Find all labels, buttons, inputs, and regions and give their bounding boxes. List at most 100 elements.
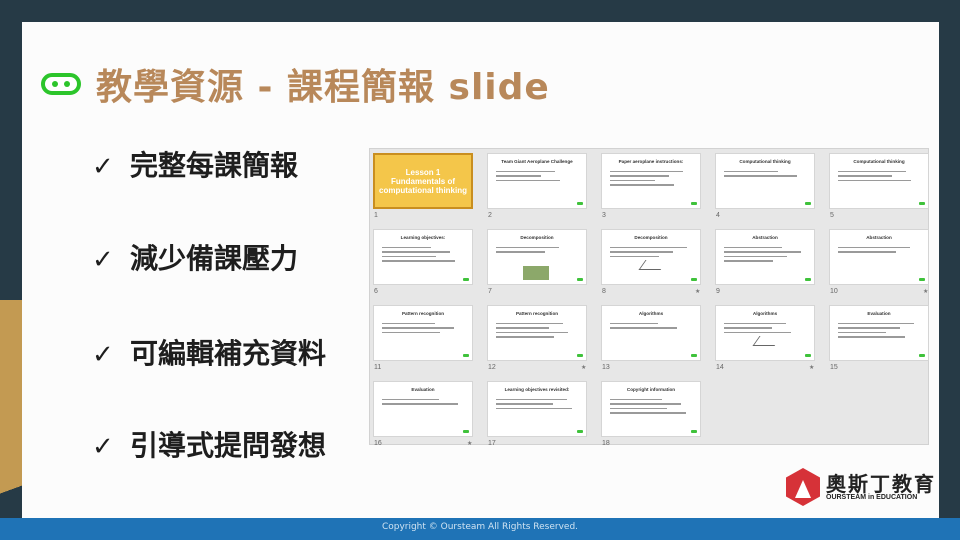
slide-number: 7 <box>488 288 492 295</box>
brand-logo: 奧斯丁教育 OURSTEAM in EDUCATION <box>786 466 936 510</box>
slide-thumbnail[interactable]: Decomposition <box>601 229 701 285</box>
slide-thumbnail-text-lines <box>838 171 920 184</box>
slide-thumbnail[interactable]: Computational thinking <box>829 153 929 209</box>
animation-star-icon: ★ <box>809 365 815 371</box>
brand-mark-icon <box>463 278 469 281</box>
check-icon: ✓ <box>92 245 114 275</box>
slide-number: 9 <box>716 288 720 295</box>
slide-thumbnail-title: Algorithms <box>638 311 664 316</box>
page-title: 教學資源 - 課程簡報 slide <box>96 67 550 108</box>
slide-thumbnail-text-lines <box>610 399 692 417</box>
slide-thumbnail-title: Learning objectives: <box>400 235 446 240</box>
paper-plane-icon <box>638 260 668 270</box>
slide-thumbnail-text-lines <box>382 399 464 408</box>
slide-thumbnail-title: Evaluation <box>411 387 435 392</box>
brand-mark-icon <box>577 354 583 357</box>
logo-hexagon-icon <box>786 468 820 506</box>
slide-number: 18 <box>602 440 610 447</box>
brand-mark-icon <box>919 202 925 205</box>
slide-number: 1 <box>374 212 378 219</box>
slide-thumbnail-title: Computational thinking <box>739 159 791 164</box>
brand-mark-icon <box>577 430 583 433</box>
slide-thumbnail[interactable]: Evaluation <box>829 305 929 361</box>
slide-thumbnail-text-lines <box>496 323 578 341</box>
brand-mark-icon <box>577 202 583 205</box>
brand-mark-icon <box>577 278 583 281</box>
slide-thumbnail-text-lines <box>610 247 692 260</box>
slide-thumbnail-text-lines <box>724 323 806 336</box>
slide-number: 5 <box>830 212 834 219</box>
bullet-item: ✓ 完整每課簡報 <box>92 144 298 184</box>
slide-thumbnail-title: Abstraction <box>866 235 892 240</box>
slide-thumbnail-title: Paper aeroplane instructions: <box>618 159 684 164</box>
slide-thumbnail[interactable]: Algorithms <box>715 305 815 361</box>
slide-thumbnail-text-lines <box>496 247 578 256</box>
slide-thumbnail-text-lines <box>724 247 806 265</box>
slide-number: 17 <box>488 440 496 447</box>
toggle-icon <box>41 73 81 95</box>
slide-thumbnail[interactable]: Abstraction <box>715 229 815 285</box>
slide-thumbnail-text-lines <box>838 247 920 256</box>
slide-thumbnail-title: Abstraction <box>752 235 778 240</box>
animation-star-icon: ★ <box>923 289 929 295</box>
animation-star-icon: ★ <box>695 289 701 295</box>
slide-thumbnail-title: Team Giant Aeroplane Challenge <box>501 159 573 164</box>
copyright-text: Copyright © Oursteam All Rights Reserved… <box>381 522 579 532</box>
slide-thumbnail-title: Computational thinking <box>853 159 905 164</box>
check-icon: ✓ <box>92 152 114 182</box>
slide-thumbnail-title: Lesson 1 Fundamentals of computational t… <box>379 168 467 196</box>
slide-number: 3 <box>602 212 606 219</box>
bullet-text: 完整每課簡報 <box>130 149 299 182</box>
brand-mark-icon <box>463 430 469 433</box>
bullet-item: ✓ 減少備課壓力 <box>92 237 298 277</box>
slide-thumbnail[interactable]: Computational thinking <box>715 153 815 209</box>
slide-thumbnail[interactable]: Learning objectives revisited: <box>487 381 587 437</box>
slide-number: 6 <box>374 288 378 295</box>
check-icon: ✓ <box>92 432 114 462</box>
logo-tagline: OURSTEAM in EDUCATION <box>826 494 918 501</box>
slide-number: 14 <box>716 364 724 371</box>
slide-thumbnail-text-lines <box>838 323 920 341</box>
brand-mark-icon <box>805 354 811 357</box>
bullet-text: 減少備課壓力 <box>130 242 299 275</box>
slide-thumbnail-title: Algorithms <box>752 311 778 316</box>
slide-photo-icon <box>523 266 549 280</box>
slide-thumbnail-title: Learning objectives revisited: <box>504 387 570 392</box>
bullet-text: 可編輯補充資料 <box>130 337 327 370</box>
slide-thumbnail[interactable]: Pattern recognition <box>487 305 587 361</box>
slide-thumbnail[interactable]: Learning objectives: <box>373 229 473 285</box>
brand-mark-icon <box>691 430 697 433</box>
slide-thumbnail[interactable]: Lesson 1 Fundamentals of computational t… <box>373 153 473 209</box>
slide-thumbnail-text-lines <box>382 323 464 336</box>
slide-thumbnail[interactable]: Evaluation <box>373 381 473 437</box>
slide-thumbnail-text-lines <box>724 171 806 180</box>
slide-thumbnail[interactable]: Pattern recognition <box>373 305 473 361</box>
brand-mark-icon <box>919 354 925 357</box>
slide-thumbnail-title: Decomposition <box>634 235 668 240</box>
slide-thumbnail[interactable]: Team Giant Aeroplane Challenge <box>487 153 587 209</box>
slide-thumbnail-title: Copyright information <box>626 387 676 392</box>
slide-thumbnail[interactable]: Copyright information <box>601 381 701 437</box>
animation-star-icon: ★ <box>581 365 587 371</box>
brand-mark-icon <box>691 202 697 205</box>
slide-number: 15 <box>830 364 838 371</box>
slide-number: 16 <box>374 440 382 447</box>
slide-thumbnail[interactable]: Algorithms <box>601 305 701 361</box>
slide-thumbnail-title: Pattern recognition <box>515 311 559 316</box>
paper-plane-icon <box>752 336 782 346</box>
slide-thumbnail[interactable]: Decomposition <box>487 229 587 285</box>
animation-star-icon: ★ <box>467 441 473 447</box>
slide-thumbnail-text-lines <box>610 171 692 189</box>
slide-number: 4 <box>716 212 720 219</box>
brand-mark-icon <box>691 278 697 281</box>
slide-thumbnail-text-lines <box>496 399 578 412</box>
bullet-item: ✓ 可編輯補充資料 <box>92 332 326 372</box>
slide-thumbnail[interactable]: Paper aeroplane instructions: <box>601 153 701 209</box>
slide-number: 12 <box>488 364 496 371</box>
brand-mark-icon <box>805 278 811 281</box>
slide-number: 11 <box>374 364 382 371</box>
brand-mark-icon <box>805 202 811 205</box>
slide-thumbnail[interactable]: Abstraction <box>829 229 929 285</box>
slide-number: 8 <box>602 288 606 295</box>
slide-thumbnail-title: Pattern recognition <box>401 311 445 316</box>
